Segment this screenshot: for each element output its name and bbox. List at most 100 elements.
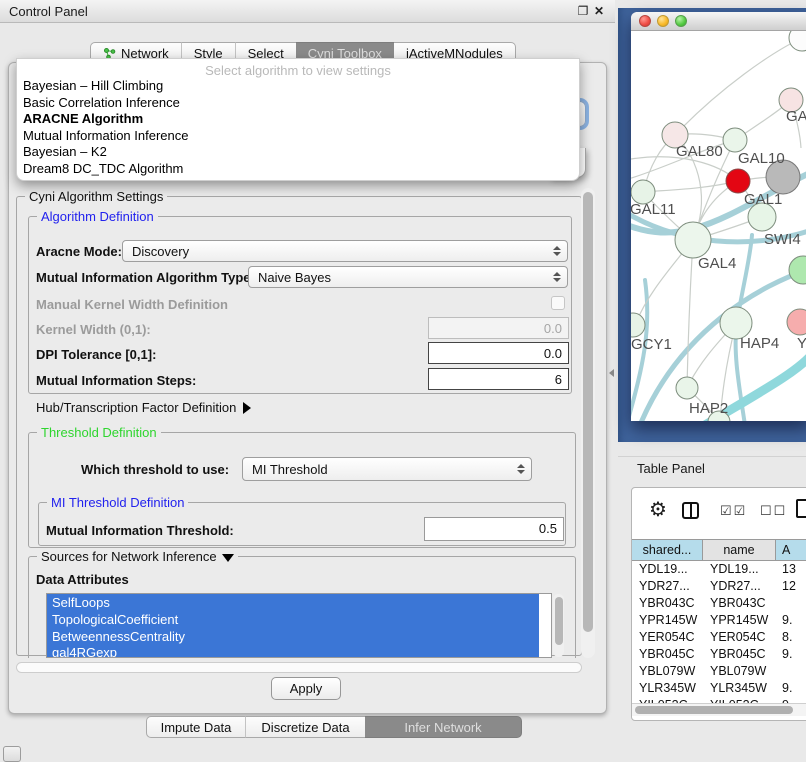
algorithm-option[interactable]: Bayesian – K2 bbox=[17, 144, 579, 161]
column-header-partial[interactable]: A bbox=[776, 540, 806, 561]
network-node[interactable] bbox=[789, 256, 806, 284]
manual-kernel-width-checkbox[interactable] bbox=[551, 296, 565, 310]
network-view-window[interactable]: GAL GAL80 GAL10 GAL1 GAL11 SWI4 GAL4 GCY… bbox=[631, 12, 806, 421]
table-horizontal-scrollbar[interactable] bbox=[632, 703, 806, 716]
column-header-name[interactable]: name bbox=[703, 540, 776, 561]
mi-algorithm-type-select[interactable]: Naive Bayes bbox=[248, 266, 568, 288]
network-window-titlebar[interactable] bbox=[631, 12, 806, 31]
network-node[interactable] bbox=[789, 31, 806, 51]
algorithm-definition-title: Algorithm Definition bbox=[37, 209, 158, 224]
cell: YLR345W bbox=[632, 680, 703, 697]
scrollbar-thumb[interactable] bbox=[635, 706, 793, 714]
network-node-gal10[interactable] bbox=[723, 128, 747, 152]
mi-threshold-label: Mutual Information Threshold: bbox=[46, 523, 234, 538]
sources-title-text: Sources for Network Inference bbox=[41, 549, 217, 564]
splitter-collapse-icon[interactable] bbox=[609, 369, 614, 377]
mi-algorithm-type-label: Mutual Information Algorithm Type: bbox=[36, 270, 255, 285]
algorithm-option[interactable]: Mutual Information Inference bbox=[17, 128, 579, 145]
cell: YPR145W bbox=[703, 612, 776, 629]
cell: 13 bbox=[776, 561, 806, 578]
network-canvas[interactable]: GAL GAL80 GAL10 GAL1 GAL11 SWI4 GAL4 GCY… bbox=[631, 31, 806, 421]
cell: 12 bbox=[776, 578, 806, 595]
tab-discretize-data-label: Discretize Data bbox=[261, 720, 349, 735]
table-row[interactable]: YPR145WYPR145W9. bbox=[632, 612, 806, 629]
expander-arrow-icon bbox=[243, 402, 251, 414]
close-window-icon[interactable] bbox=[639, 15, 651, 27]
panel-horizontal-scrollbar[interactable] bbox=[16, 662, 582, 673]
table-row[interactable]: YDL19...YDL19...13 bbox=[632, 561, 806, 578]
stepper-arrows-icon bbox=[553, 272, 561, 282]
collapse-arrow-icon bbox=[222, 554, 234, 562]
manual-kernel-width-label: Manual Kernel Width Definition bbox=[36, 297, 228, 312]
which-threshold-select[interactable]: MI Threshold bbox=[242, 457, 532, 481]
table-row[interactable]: YLR345WYLR345W9. bbox=[632, 680, 806, 697]
tab-impute-data[interactable]: Impute Data bbox=[146, 716, 245, 738]
attribute-item-selected[interactable]: SelfLoops bbox=[47, 594, 539, 611]
node-label-gal80: GAL80 bbox=[676, 143, 723, 160]
table-row[interactable]: YBR045CYBR045C9. bbox=[632, 646, 806, 663]
table-row[interactable]: YER054CYER054C8. bbox=[632, 629, 806, 646]
data-attributes-list: SelfLoops TopologicalCoefficient Between… bbox=[46, 593, 552, 658]
network-node-hap2[interactable] bbox=[676, 377, 698, 399]
kernel-width-field[interactable]: 0.0 bbox=[428, 317, 569, 339]
panel-vertical-scrollbar[interactable] bbox=[581, 188, 595, 658]
tab-discretize-data[interactable]: Discretize Data bbox=[245, 716, 365, 738]
close-panel-icon[interactable]: ✕ bbox=[591, 4, 607, 18]
dpi-tolerance-field[interactable]: 0.0 bbox=[428, 342, 569, 364]
aracne-mode-value: Discovery bbox=[132, 244, 189, 259]
attribute-item-selected[interactable]: BetweennessCentrality bbox=[47, 628, 539, 645]
attribute-item-selected[interactable]: TopologicalCoefficient bbox=[47, 611, 539, 628]
cell: YBR043C bbox=[632, 595, 703, 612]
table-panel-toolbar: ⚙ ☑☑ ☐☐ bbox=[632, 488, 806, 539]
node-label-gal10: GAL10 bbox=[738, 150, 785, 167]
new-table-icon[interactable] bbox=[796, 499, 806, 518]
network-node-gcy1[interactable] bbox=[631, 313, 645, 337]
algorithm-option-selected[interactable]: ARACNE Algorithm bbox=[17, 111, 579, 128]
tab-infer-network[interactable]: Infer Network bbox=[365, 716, 522, 738]
table-rows: YDL19...YDL19...13 YDR27...YDR27...12 YB… bbox=[632, 561, 806, 703]
mi-steps-label: Mutual Information Steps: bbox=[36, 373, 196, 388]
minimize-window-icon[interactable] bbox=[657, 15, 669, 27]
table-row[interactable]: YDR27...YDR27...12 bbox=[632, 578, 806, 595]
mi-steps-field[interactable]: 6 bbox=[428, 368, 569, 390]
table-row[interactable]: YBL079WYBL079W bbox=[632, 663, 806, 680]
network-node-gal1-selected[interactable] bbox=[726, 169, 750, 193]
mi-threshold-field[interactable]: 0.5 bbox=[424, 517, 564, 541]
float-window-icon[interactable]: ❐ bbox=[575, 4, 591, 18]
partial-corner-button[interactable] bbox=[3, 746, 21, 762]
columns-icon[interactable] bbox=[682, 502, 699, 519]
cell: YER054C bbox=[632, 629, 703, 646]
algorithm-option[interactable]: Bayesian – Hill Climbing bbox=[17, 78, 579, 95]
cell: YBL079W bbox=[632, 663, 703, 680]
aracne-mode-select[interactable]: Discovery bbox=[122, 240, 568, 262]
table-row[interactable]: YBR043CYBR043C bbox=[632, 595, 806, 612]
algorithm-option[interactable]: Dream8 DC_TDC Algorithm bbox=[17, 161, 579, 178]
show-columns-icon[interactable]: ☑☑ bbox=[720, 503, 747, 519]
cell: YDR27... bbox=[703, 578, 776, 595]
mi-algorithm-type-value: Naive Bayes bbox=[258, 270, 331, 285]
tab-impute-data-label: Impute Data bbox=[161, 720, 232, 735]
node-label-hap4: HAP4 bbox=[740, 335, 779, 352]
network-node[interactable] bbox=[787, 309, 806, 335]
cell: YBR045C bbox=[703, 646, 776, 663]
attribute-item-selected[interactable]: gal4RGexp bbox=[47, 644, 539, 658]
network-edge bbox=[675, 38, 802, 135]
hide-columns-icon[interactable]: ☐☐ bbox=[760, 503, 787, 519]
attributes-list-scrollbar[interactable] bbox=[553, 594, 564, 657]
cell: YBR043C bbox=[703, 595, 776, 612]
stepper-arrows-icon bbox=[553, 246, 561, 256]
node-label-hap2: HAP2 bbox=[689, 400, 728, 417]
control-panel-title: Control Panel bbox=[0, 4, 575, 19]
algorithm-option[interactable]: Basic Correlation Inference bbox=[17, 95, 579, 112]
column-header-shared-name[interactable]: shared... bbox=[632, 540, 703, 561]
cell bbox=[776, 595, 806, 612]
apply-button[interactable]: Apply bbox=[271, 677, 341, 700]
node-label: GAL bbox=[786, 108, 806, 125]
hub-definition-expander[interactable]: Hub/Transcription Factor Definition bbox=[36, 400, 251, 415]
gear-icon[interactable]: ⚙ bbox=[649, 500, 667, 520]
network-node-gal4[interactable] bbox=[675, 222, 711, 258]
zoom-window-icon[interactable] bbox=[675, 15, 687, 27]
network-edge bbox=[643, 181, 738, 192]
cell: 8. bbox=[776, 629, 806, 646]
cell: YER054C bbox=[703, 629, 776, 646]
